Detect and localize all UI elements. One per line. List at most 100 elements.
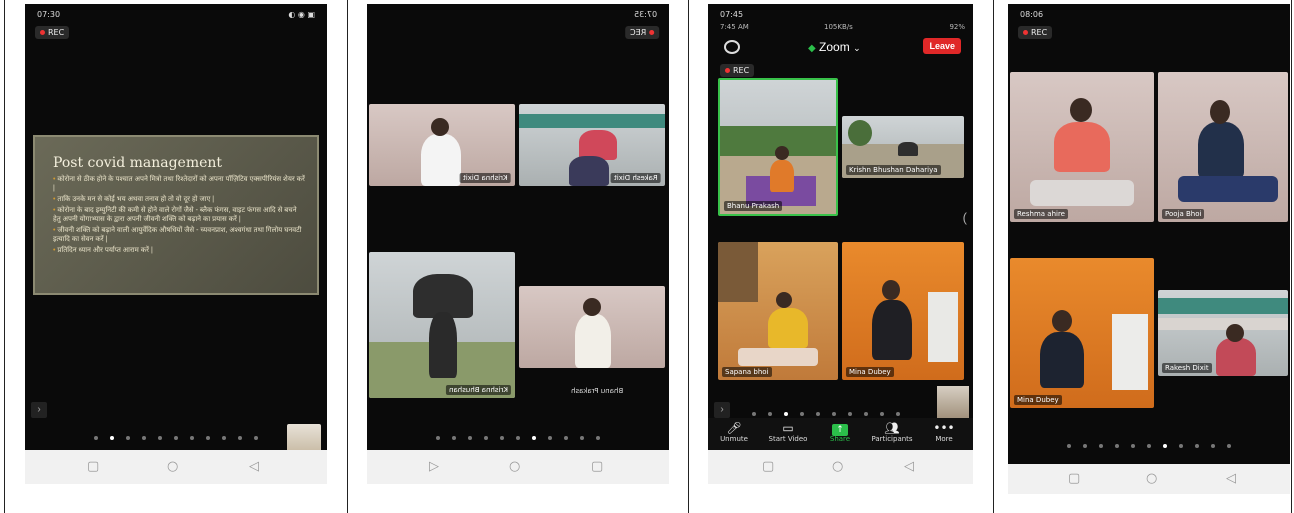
speaker-icon[interactable] — [724, 40, 740, 54]
meeting-toolbar: 🎤︎ Unmute ▭ Start Video ↑ Share 👥︎ Participa… — [708, 418, 973, 450]
participant-name: Bhanu Prakash — [724, 201, 783, 211]
video-tile-active[interactable]: Bhanu Prakash — [718, 78, 838, 216]
participant-name: Bhanu Prakash — [571, 387, 624, 395]
slide-bullet: जीवनी शक्ति को बढ़ाने वाली आयुर्वेदिक औष… — [53, 226, 305, 244]
participant-name: Krishna Dixit — [460, 173, 511, 183]
home-icon[interactable]: ○ — [1146, 471, 1157, 486]
rec-label: REC — [1031, 28, 1048, 37]
shield-icon: ◆ — [808, 43, 816, 54]
video-tile[interactable]: Mina Dubey — [842, 242, 964, 380]
slide-bullet: प्रतिदिन ध्यान और पर्याप्त आराम करें | — [53, 246, 305, 255]
slide-bullet: कोरोना के बाद इम्युनिटी की कमी से होने व… — [53, 206, 305, 224]
video-tile[interactable] — [519, 286, 665, 368]
start-video-label: Start Video — [768, 435, 808, 443]
participant-name: Rakesh Dixit — [611, 173, 661, 183]
back-icon[interactable]: ▷ — [429, 459, 439, 474]
status-bar: 08:06 — [1008, 10, 1290, 22]
recording-badge: REC — [624, 26, 659, 39]
recording-badge: REC — [720, 64, 755, 77]
recent-apps-icon[interactable]: ▢ — [87, 459, 99, 474]
status-icons: ◐ ◉ ▣ — [288, 10, 315, 19]
slide-title: Post covid management — [53, 155, 223, 171]
recent-apps-icon[interactable]: ▢ — [1068, 471, 1080, 486]
self-view-thumbnail[interactable] — [937, 386, 969, 422]
android-nav-bar: ▢ ○ ◁ — [1008, 464, 1290, 494]
video-tile[interactable]: Rakesh Dixit — [1158, 290, 1288, 376]
home-icon[interactable]: ○ — [167, 459, 178, 474]
participants-icon: 👥︎ — [884, 421, 900, 435]
phone-screen-4: 08:06 REC Reshma ahire Pooja Bhoi Mina D… — [1008, 4, 1290, 494]
divider — [1291, 0, 1292, 513]
home-icon[interactable]: ○ — [832, 459, 843, 474]
rec-label: REC — [733, 66, 750, 75]
recent-apps-icon[interactable]: ▢ — [591, 459, 603, 474]
chevron-down-icon: ⌄ — [853, 43, 861, 53]
home-icon[interactable]: ○ — [509, 459, 520, 474]
shared-slide: Post covid management कोरोना से ठीक होने… — [33, 135, 319, 295]
android-nav-bar: ▷ ○ ▢ — [367, 450, 669, 484]
divider — [347, 0, 348, 513]
unmute-button[interactable]: 🎤︎ Unmute — [710, 421, 758, 443]
divider — [993, 0, 994, 513]
phone-screen-3: 07:45 7:45 AM 105KB/s 92% ◆ Zoom ⌄ Leave… — [708, 4, 973, 484]
participant-name: Krishna Bhushan — [446, 385, 511, 395]
share-button[interactable]: ↑ Share — [816, 421, 864, 443]
page-indicator[interactable] — [708, 412, 973, 416]
video-tile[interactable]: Mina Dubey — [1010, 258, 1154, 408]
phone-screen-2: 07:35 REC Krishna Dixit Rakesh Dixit Kri… — [367, 4, 669, 484]
page-indicator[interactable] — [25, 436, 327, 440]
video-tile[interactable]: Reshma ahire — [1010, 72, 1154, 222]
leave-button[interactable]: Leave — [923, 38, 961, 54]
network-speed: 105KB/s — [824, 23, 853, 31]
status-bar: 07:35 — [367, 10, 669, 22]
page-indicator[interactable] — [367, 436, 669, 440]
rec-dot-icon — [1023, 30, 1028, 35]
share-label: Share — [829, 435, 851, 443]
rec-dot-icon — [40, 30, 45, 35]
recent-apps-icon[interactable]: ▢ — [762, 459, 774, 474]
participants-label: Participants — [871, 435, 913, 443]
video-tile[interactable]: Sapana bhoi — [718, 242, 838, 380]
meeting-title-label: Zoom — [819, 40, 850, 54]
page-indicator[interactable] — [1008, 444, 1290, 448]
participants-button[interactable]: 👥︎ Participants — [868, 421, 916, 443]
status-bar: 07:45 — [708, 10, 973, 22]
video-tile[interactable]: Pooja Bhoi — [1158, 72, 1288, 222]
more-button[interactable]: ••• More — [920, 421, 968, 443]
status-time: 08:06 — [1020, 10, 1044, 19]
rec-label: REC — [48, 28, 65, 37]
share-icon: ↑ — [816, 421, 864, 436]
participant-name: Mina Dubey — [846, 367, 894, 377]
video-tile[interactable]: Krishna Bhushan — [369, 252, 515, 398]
start-video-button[interactable]: ▭ Start Video — [764, 421, 812, 443]
android-nav-bar: ▢ ○ ◁ — [708, 450, 973, 484]
slide-bullet: कोरोना से ठीक होने के पश्चात अपने मित्रो… — [53, 175, 305, 193]
status-time: 07:30 — [37, 10, 61, 19]
status-time: 07:35 — [633, 10, 657, 19]
secondary-status-bar: 7:45 AM 105KB/s 92% — [720, 23, 965, 31]
back-icon[interactable]: ◁ — [1226, 471, 1236, 486]
battery-level: 92% — [949, 23, 965, 31]
phone-screen-1: 07:30 ◐ ◉ ▣ REC Post covid management को… — [25, 4, 327, 484]
recording-badge: REC — [35, 26, 70, 39]
chevron-right-icon[interactable]: › — [31, 402, 47, 418]
rec-dot-icon — [725, 68, 730, 73]
participant-name: Krishn Bhushan Dahariya — [846, 165, 941, 175]
video-tile[interactable]: Rakesh Dixit — [519, 104, 665, 186]
status-bar: 07:30 ◐ ◉ ▣ — [25, 10, 327, 22]
participant-name: Pooja Bhoi — [1162, 209, 1205, 219]
rec-label: REC — [629, 28, 646, 37]
video-tile[interactable]: Krishn Bhushan Dahariya — [842, 116, 964, 178]
meeting-title[interactable]: ◆ Zoom ⌄ — [808, 40, 861, 54]
divider — [4, 0, 5, 513]
recording-badge: REC — [1018, 26, 1053, 39]
mic-off-icon: 🎤︎ — [726, 421, 742, 435]
back-icon[interactable]: ◁ — [904, 459, 914, 474]
participant-name: Mina Dubey — [1014, 395, 1062, 405]
swipe-handle-icon[interactable]: ( — [963, 210, 967, 225]
slide-bullet: ताकि उनके मन से कोई भय अथवा तनाव हो तो व… — [53, 195, 305, 204]
slide-bullets: कोरोना से ठीक होने के पश्चात अपने मित्रो… — [53, 175, 305, 255]
video-tile[interactable]: Krishna Dixit — [369, 104, 515, 186]
unmute-label: Unmute — [720, 435, 748, 443]
back-icon[interactable]: ◁ — [249, 459, 259, 474]
